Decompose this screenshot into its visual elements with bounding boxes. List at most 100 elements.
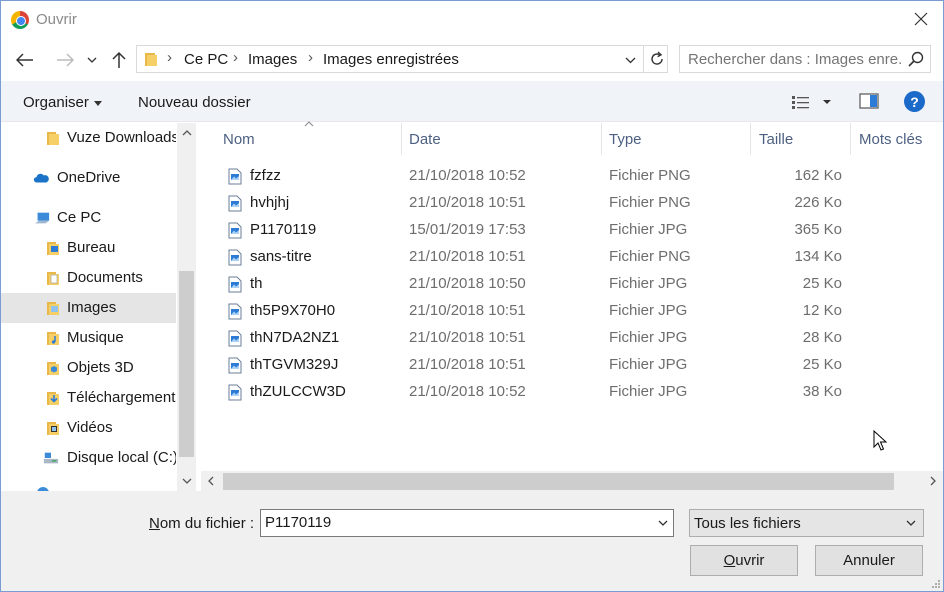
file-date: 21/10/2018 10:50 (409, 275, 526, 292)
refresh-button[interactable] (643, 46, 669, 72)
file-row[interactable]: th 21/10/2018 10:50 Fichier JPG 25 Ko (201, 271, 943, 298)
chevron-left-icon (208, 476, 214, 486)
file-row[interactable]: th5P9X70H0 21/10/2018 10:51 Fichier JPG 12 … (201, 298, 943, 325)
breadcrumb-ce-pc[interactable]: Ce PC (184, 51, 228, 68)
sidebar-item-disque-local[interactable]: Disque local (C:) (1, 443, 176, 473)
sidebar-item-label: Musique (67, 329, 124, 346)
sidebar-item-ce-pc[interactable]: Ce PC (1, 203, 176, 233)
filename-combobox[interactable] (260, 509, 674, 537)
breadcrumb-images[interactable]: Images (248, 51, 297, 68)
file-name: P1170119 (250, 221, 317, 238)
file-type: Fichier JPG (609, 275, 688, 292)
filetype-dropdown-button[interactable] (905, 518, 917, 528)
sidebar-item-label: Images (67, 299, 117, 316)
back-arrow-icon (16, 53, 33, 67)
image-file-icon (228, 384, 242, 401)
sidebar-item-vuze-downloads[interactable]: Vuze Downloads (1, 123, 176, 153)
file-row[interactable]: P1170119 15/01/2019 17:53 Fichier JPG 365 K… (201, 217, 943, 244)
column-header-size[interactable]: Taille (751, 123, 851, 155)
column-header-date[interactable]: Date (402, 123, 602, 155)
sidebar-item-label: Vuze Downloads (67, 129, 176, 146)
file-type: Fichier JPG (609, 302, 688, 319)
filetype-value: Tous les fichiers (694, 515, 801, 532)
file-size: 12 Ko (802, 302, 842, 319)
cancel-button[interactable]: Annuler (815, 545, 923, 576)
search-box[interactable] (679, 45, 931, 73)
sidebar-item-telechargements[interactable]: Téléchargements (1, 383, 176, 413)
file-name: th5P9X70H0 (250, 302, 336, 319)
sidebar-item-label: OneDrive (57, 169, 121, 186)
file-date: 15/01/2019 17:53 (409, 221, 526, 238)
sidebar-item-images[interactable]: Images (1, 293, 176, 323)
filetype-select[interactable]: Tous les fichiers (689, 509, 924, 537)
breadcrumb-separator: › (233, 49, 238, 66)
scroll-down-button[interactable] (177, 473, 196, 489)
sidebar-item-musique[interactable]: Musique (1, 323, 176, 353)
chrome-icon (11, 11, 29, 29)
recent-locations-button[interactable] (83, 47, 101, 73)
preview-pane-button[interactable] (859, 93, 879, 109)
sidebar-item-label: Objets 3D (67, 359, 134, 376)
organise-button[interactable]: Organiser (23, 94, 102, 111)
scroll-right-button[interactable] (923, 471, 943, 491)
search-input[interactable] (688, 51, 903, 68)
open-button[interactable]: Ouvrir (690, 545, 798, 576)
scroll-left-button[interactable] (201, 471, 221, 491)
change-view-button[interactable] (791, 93, 833, 111)
file-row[interactable]: sans-titre 21/10/2018 10:51 Fichier PNG 134… (201, 244, 943, 271)
up-button[interactable] (107, 47, 131, 73)
file-date: 21/10/2018 10:51 (409, 194, 526, 211)
back-button[interactable] (13, 47, 37, 73)
chevron-up-icon (182, 130, 191, 136)
new-folder-button[interactable]: Nouveau dossier (138, 94, 251, 111)
file-date: 21/10/2018 10:52 (409, 383, 526, 400)
close-button[interactable] (907, 5, 935, 33)
column-header-type[interactable]: Type (602, 123, 751, 155)
mouse-cursor-icon (873, 430, 887, 451)
scrollbar-thumb[interactable] (223, 473, 894, 490)
column-header-tags[interactable]: Mots clés (851, 123, 943, 155)
organise-label: Organiser (23, 94, 89, 111)
sidebar-item-onedrive[interactable]: OneDrive (1, 163, 176, 193)
sort-ascending-icon (304, 121, 314, 127)
file-row[interactable]: hvhjhj 21/10/2018 10:51 Fichier PNG 226 Ko (201, 190, 943, 217)
resize-grip-icon[interactable] (931, 579, 941, 589)
file-row[interactable]: fzfzz 21/10/2018 10:52 Fichier PNG 162 Ko (201, 163, 943, 190)
sidebar-item-network[interactable] (1, 479, 176, 491)
sidebar-item-videos[interactable]: Vidéos (1, 413, 176, 443)
sidebar-scrollbar[interactable] (177, 123, 196, 491)
file-date: 21/10/2018 10:51 (409, 329, 526, 346)
caret-down-icon (93, 100, 102, 106)
file-name: fzfzz (250, 167, 281, 184)
sidebar-item-objets-3d[interactable]: Objets 3D (1, 353, 176, 383)
sidebar-item-documents[interactable]: Documents (1, 263, 176, 293)
file-row[interactable]: thZULCCW3D 21/10/2018 10:52 Fichier JPG 38 … (201, 379, 943, 406)
drive-icon (43, 452, 59, 464)
sidebar-item-label: Téléchargements (67, 389, 176, 406)
computer-icon (34, 212, 50, 224)
forward-button[interactable] (53, 47, 77, 73)
address-dropdown-button[interactable] (620, 51, 640, 69)
filename-input[interactable] (265, 514, 645, 531)
horizontal-scrollbar[interactable] (201, 471, 943, 491)
navigation-pane: Vuze Downloads OneDrive Ce PC Bureau Doc… (1, 123, 197, 491)
window-title: Ouvrir (36, 11, 77, 28)
file-size: 38 Ko (802, 383, 842, 400)
file-row[interactable]: thTGVM329J 21/10/2018 10:51 Fichier JPG 25 … (201, 352, 943, 379)
help-button[interactable]: ? (904, 91, 925, 112)
file-row[interactable]: thN7DA2NZ1 21/10/2018 10:51 Fichier JPG 28 … (201, 325, 943, 352)
column-header-name[interactable]: Nom (201, 121, 402, 155)
file-type: Fichier PNG (609, 167, 691, 184)
breadcrumb-images-enregistrees[interactable]: Images enregistrées (323, 51, 459, 68)
scrollbar-thumb[interactable] (179, 271, 194, 457)
sidebar-item-bureau[interactable]: Bureau (1, 233, 176, 263)
file-date: 21/10/2018 10:51 (409, 248, 526, 265)
filename-dropdown-button[interactable] (656, 517, 670, 529)
address-bar[interactable]: › Ce PC › Images › Images enregistrées (136, 45, 668, 73)
sidebar-item-label: Bureau (67, 239, 116, 256)
scroll-up-button[interactable] (177, 125, 196, 141)
desktop-folder-icon (47, 242, 59, 255)
file-size: 365 Ko (794, 221, 842, 238)
open-file-dialog: Ouvrir › Ce PC › Images › Images enregis… (0, 0, 944, 592)
dialog-footer: Nom du fichier : Tous les fichiers Ouvri… (1, 491, 943, 591)
